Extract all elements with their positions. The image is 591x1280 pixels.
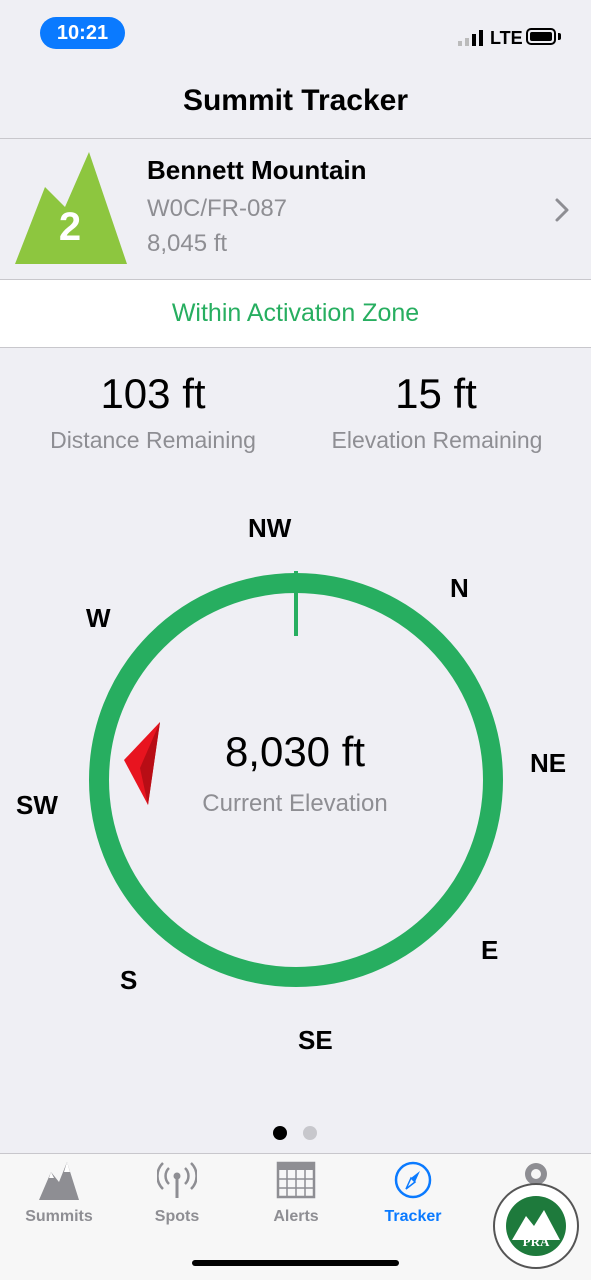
- status-time: 10:21: [40, 17, 125, 49]
- page-dot-1[interactable]: [273, 1126, 287, 1140]
- current-elevation-value: 8,030 ft: [224, 728, 366, 775]
- calendar-icon: [276, 1161, 316, 1199]
- tab-summits[interactable]: Summits: [9, 1160, 109, 1230]
- mountain-icon: [39, 1162, 79, 1200]
- battery-icon: [526, 28, 556, 45]
- distance-remaining-label: Distance Remaining: [50, 427, 256, 453]
- elevation-remaining-value: 15 ft: [395, 370, 477, 417]
- cellular-signal-icon: [458, 30, 483, 46]
- compass-label-nw: NW: [248, 513, 292, 543]
- tab-tracker[interactable]: Tracker: [363, 1160, 463, 1230]
- distance-remaining-value: 103 ft: [100, 370, 206, 417]
- antenna-icon: [157, 1162, 197, 1198]
- chevron-right-icon[interactable]: [552, 196, 572, 224]
- tab-pra[interactable]: PRA: [492, 1160, 580, 1272]
- compass-label-e: E: [481, 935, 499, 965]
- summit-elevation: 8,045 ft: [147, 230, 228, 257]
- tab-tracker-label: Tracker: [384, 1208, 442, 1225]
- compass-label-w: W: [86, 603, 111, 633]
- compass-label-n: N: [450, 573, 469, 603]
- tab-summits-label: Summits: [25, 1208, 93, 1225]
- compass-icon: [394, 1161, 432, 1199]
- compass-label-se: SE: [298, 1025, 333, 1055]
- tab-spots[interactable]: Spots: [127, 1160, 227, 1230]
- activation-zone-status: Within Activation Zone: [0, 280, 591, 348]
- compass-ring: [89, 573, 503, 987]
- compass-label-sw: SW: [16, 790, 58, 820]
- page-title: Summit Tracker: [182, 84, 409, 117]
- current-elevation-label: Current Elevation: [202, 790, 388, 817]
- tab-alerts-label: Alerts: [273, 1208, 319, 1225]
- svg-text:PRA: PRA: [523, 1234, 550, 1249]
- tab-spots-label: Spots: [154, 1208, 200, 1225]
- compass-label-s: S: [120, 965, 138, 995]
- summit-reference: W0C/FR-087: [147, 195, 288, 222]
- page-dot-2[interactable]: [303, 1126, 317, 1140]
- summit-points: 2: [58, 205, 82, 249]
- elevation-remaining-label: Elevation Remaining: [331, 427, 543, 453]
- pra-logo-icon: PRA: [493, 1163, 579, 1269]
- battery-tip: [558, 33, 561, 40]
- tab-alerts[interactable]: Alerts: [246, 1160, 346, 1230]
- compass-label-ne: NE: [530, 748, 567, 778]
- summit-name: Bennett Mountain: [147, 155, 367, 185]
- home-indicator: [192, 1260, 399, 1266]
- network-type: LTE: [490, 28, 523, 48]
